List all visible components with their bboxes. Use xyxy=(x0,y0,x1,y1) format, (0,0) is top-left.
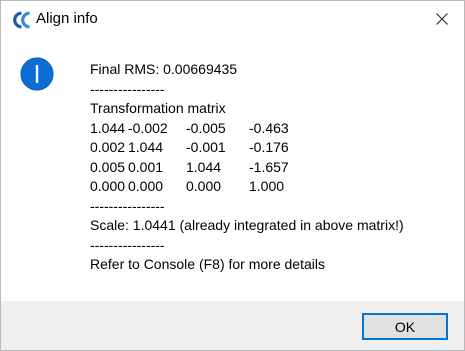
message-content: Final RMS: 0.00669435 ---------------- T… xyxy=(90,60,404,275)
matrix-cell: -0.176 xyxy=(249,139,289,155)
final-rms-text: Final RMS: 0.00669435 xyxy=(90,61,238,77)
title-bar: Align info xyxy=(1,1,464,41)
matrix-cell: -0.005 xyxy=(186,119,226,136)
separator: ---------------- xyxy=(90,236,165,253)
matrix-cell: -0.002 xyxy=(128,119,168,136)
close-icon xyxy=(436,12,448,30)
matrix-cell: 0.001 xyxy=(128,158,164,175)
cloudcompare-logo-icon xyxy=(13,11,33,29)
console-hint-text: Refer to Console (F8) for more details xyxy=(90,256,325,272)
matrix-cell: 0.005 xyxy=(90,158,126,175)
matrix-cell: 1.044 xyxy=(128,139,164,155)
button-bar: OK xyxy=(1,301,464,350)
matrix-cell: -1.657 xyxy=(249,158,289,175)
align-info-dialog: Align info Final RMS: 0.00669435 -------… xyxy=(0,0,465,351)
matrix-cell: -0.463 xyxy=(249,119,289,136)
matrix-row: 0.000 0.000 0.000 1.000 xyxy=(90,177,404,197)
window-title: Align info xyxy=(36,10,98,27)
matrix-cell: 0.000 xyxy=(128,178,164,194)
matrix-row: 1.044 -0.002 -0.005 -0.463 xyxy=(90,119,404,139)
matrix-cell: 1.044 xyxy=(90,119,126,136)
matrix-row: 0.005 0.001 1.044 -1.657 xyxy=(90,158,404,178)
scale-text: Scale: 1.0441 (already integrated in abo… xyxy=(90,217,404,233)
matrix-title: Transformation matrix xyxy=(90,100,226,116)
matrix-cell: 0.000 xyxy=(186,178,222,194)
ok-button[interactable]: OK xyxy=(362,313,448,340)
matrix-row: 0.002 1.044 -0.001 -0.176 xyxy=(90,138,404,158)
matrix-cell: 0.002 xyxy=(90,139,126,155)
matrix-cell: 1.000 xyxy=(249,178,285,194)
info-icon xyxy=(20,57,54,91)
separator: ---------------- xyxy=(90,197,165,214)
separator: ---------------- xyxy=(90,80,165,97)
matrix-cell: 0.000 xyxy=(90,178,126,194)
matrix-cell: -0.001 xyxy=(186,139,226,155)
matrix-cell: 1.044 xyxy=(186,158,222,175)
close-button[interactable] xyxy=(420,1,464,41)
